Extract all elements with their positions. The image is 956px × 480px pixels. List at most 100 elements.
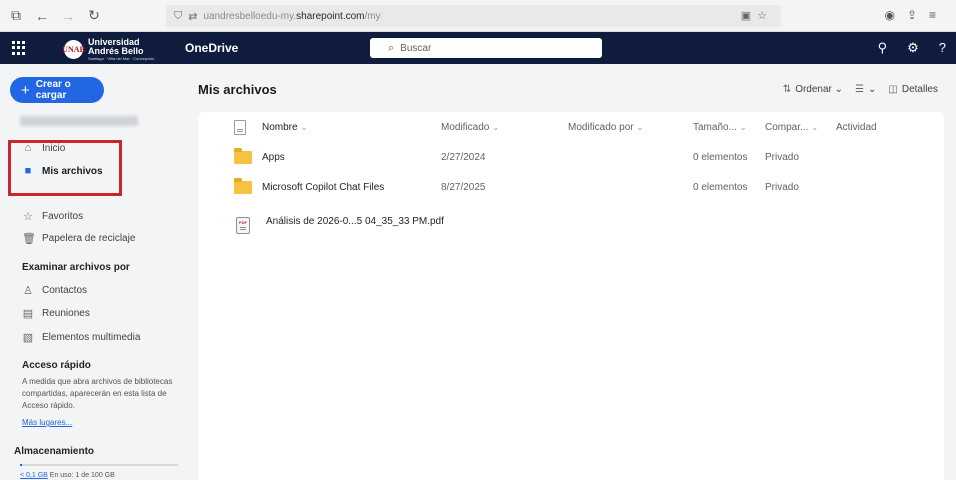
- app-launcher-icon[interactable]: [12, 41, 26, 55]
- create-upload-button[interactable]: + Crear o cargar: [10, 77, 104, 103]
- plus-icon: +: [21, 81, 30, 99]
- file-name[interactable]: Microsoft Copilot Chat Files: [262, 182, 384, 193]
- chevron-down-icon: ⌄: [492, 122, 500, 132]
- university-logo[interactable]: UNAB Universidad Andrés Bello Santiago ·…: [62, 38, 155, 62]
- table-row[interactable]: PDF Análisis de 2026-0...5 04_35_33 PM.p…: [198, 210, 944, 240]
- bookmark-icons[interactable]: ▣☆: [741, 9, 773, 22]
- column-size[interactable]: Tamaño... ⌄: [693, 122, 747, 133]
- url-host: sharepoint.com: [296, 10, 365, 22]
- sidebar-item-contacts[interactable]: ♙ Contactos: [22, 284, 87, 297]
- file-name[interactable]: Apps: [262, 152, 285, 163]
- highlight-box-my-files: [8, 140, 122, 196]
- address-bar[interactable]: ⛉ ⇄ uandresbelloedu-my. sharepoint.com/my…: [166, 5, 781, 27]
- app-header: UNAB Universidad Andrés Bello Santiago ·…: [0, 32, 956, 64]
- reload-icon[interactable]: ↻: [86, 7, 102, 24]
- create-upload-label: Crear o cargar: [35, 79, 71, 101]
- sidebar-item-meetings[interactable]: ▤ Reuniones: [22, 307, 90, 320]
- storage-heading: Almacenamiento: [14, 446, 95, 457]
- view-toolbar: ⇅ Ordenar ⌄ ☰ ⌄ ◫ Detalles: [783, 84, 938, 95]
- sidebar-item-label: Favoritos: [42, 211, 84, 222]
- chevron-down-icon: ⌄: [636, 122, 644, 132]
- help-icon[interactable]: ?: [939, 40, 946, 56]
- file-modified: 8/27/2025: [441, 181, 486, 193]
- account-name-blurred: [20, 116, 138, 126]
- folder-icon: [234, 147, 252, 164]
- star-icon: ☆: [23, 211, 33, 223]
- trash-icon: 🗑: [22, 233, 36, 245]
- browser-toolbar: ⧉ ← → ↻ ⛉ ⇄ uandresbelloedu-my. sharepoin…: [0, 0, 956, 32]
- file-sharing: Privado: [765, 151, 799, 163]
- browser-nav: ⧉ ← → ↻: [0, 7, 172, 24]
- file-sharing: Privado: [765, 181, 799, 193]
- storage-fill: [20, 464, 22, 466]
- file-size: 0 elementos: [693, 151, 748, 163]
- image-icon: ▧: [22, 332, 34, 344]
- search-icon: ⌕: [388, 41, 395, 54]
- storage-used-link[interactable]: < 0,1 GB: [20, 472, 48, 479]
- extension-icons[interactable]: ◉⇪≡: [884, 8, 948, 22]
- list-view-icon: ☰: [855, 84, 865, 95]
- table-row[interactable]: Apps 2/27/2024 0 elementos Privado: [198, 142, 944, 172]
- sidebar-item-favorites[interactable]: ☆ Favoritos: [22, 210, 83, 223]
- header-actions: ⚲ ⚙ ?: [878, 40, 946, 56]
- view-options-button[interactable]: ☰ ⌄: [855, 84, 876, 95]
- browse-heading: Examinar archivos por: [22, 262, 130, 273]
- column-modified[interactable]: Modificado ⌄: [441, 122, 499, 133]
- file-list-header: Nombre ⌄ Modificado ⌄ Modificado por ⌄ Tama…: [198, 112, 944, 142]
- people-icon[interactable]: ⚲: [878, 40, 888, 56]
- sidebar-item-recycle-bin[interactable]: 🗑 Papelera de reciclaje: [22, 232, 135, 245]
- column-name-label: Nombre: [262, 121, 298, 133]
- app-name[interactable]: OneDrive: [185, 41, 238, 55]
- column-sharing[interactable]: Compar... ⌄: [765, 122, 818, 133]
- file-type-column-icon[interactable]: [234, 119, 246, 135]
- sort-label: Ordenar: [795, 84, 832, 95]
- file-name[interactable]: Análisis de 2026-0...5 04_35_33 PM.pdf: [266, 216, 444, 227]
- sidebar: + Crear o cargar ⌂ Inicio ■ Mis archivos…: [0, 64, 186, 480]
- file-size: 0 elementos: [693, 181, 748, 193]
- search-input[interactable]: ⌕ Buscar: [370, 38, 602, 58]
- more-places-link[interactable]: Más lugares...: [22, 418, 72, 427]
- details-label: Detalles: [901, 84, 938, 95]
- file-modified: 2/27/2024: [441, 151, 486, 163]
- sort-button[interactable]: ⇅ Ordenar ⌄: [783, 84, 843, 95]
- table-row[interactable]: Microsoft Copilot Chat Files 8/27/2025 0…: [198, 172, 944, 202]
- url-prefix: uandresbelloedu-my.: [203, 10, 297, 22]
- sidebar-item-media[interactable]: ▧ Elementos multimedia: [22, 331, 141, 344]
- search-placeholder: Buscar: [400, 42, 432, 54]
- chevron-down-icon: ⌄: [300, 122, 308, 132]
- details-pane-icon: ◫: [888, 84, 898, 95]
- quick-access-text: A medida que abra archivos de biblioteca…: [22, 377, 173, 410]
- sidebar-item-label: Contactos: [42, 285, 88, 296]
- logo-tagline: Santiago · Viña del Mar · Concepción: [88, 56, 155, 61]
- sidebar-item-label: Reuniones: [42, 308, 90, 319]
- quick-access-heading: Acceso rápido: [22, 360, 91, 371]
- people-icon: ♙: [23, 285, 33, 297]
- permissions-icon[interactable]: ⇄: [188, 10, 197, 23]
- chevron-down-icon: ⌄: [739, 122, 747, 132]
- column-name[interactable]: Nombre ⌄: [262, 122, 307, 133]
- pdf-file-icon: PDF: [236, 216, 250, 234]
- forward-icon[interactable]: →: [60, 8, 76, 24]
- page-title: Mis archivos: [198, 82, 277, 97]
- storage-total: En uso: 1 de 100 GB: [49, 472, 115, 479]
- sidebar-item-label: Elementos multimedia: [42, 332, 141, 343]
- column-activity[interactable]: Actividad: [836, 122, 877, 133]
- chevron-down-icon: ⌄: [811, 122, 819, 132]
- column-modified-by[interactable]: Modificado por ⌄: [568, 122, 643, 133]
- details-button[interactable]: ◫ Detalles: [888, 84, 938, 95]
- sidebar-item-label: Papelera de reciclaje: [42, 233, 136, 244]
- sort-icon: ⇅: [782, 84, 792, 95]
- column-modified-by-label: Modificado por: [568, 121, 634, 133]
- shield-icon: ⛉: [174, 9, 183, 22]
- settings-icon[interactable]: ⚙: [907, 40, 919, 56]
- column-sharing-label: Compar...: [765, 121, 809, 133]
- calendar-icon: ▤: [22, 308, 34, 320]
- storage-text: < 0,1 GB En uso: 1 de 100 GB: [20, 472, 115, 479]
- tabs-icon[interactable]: ⧉: [8, 7, 24, 24]
- back-icon[interactable]: ←: [34, 8, 50, 24]
- seal-icon: UNAB: [62, 40, 85, 59]
- file-list: Nombre ⌄ Modificado ⌄ Modificado por ⌄ Tama…: [198, 112, 944, 480]
- logo-line2: Andrés Bello: [88, 46, 144, 56]
- folder-icon: [234, 177, 252, 194]
- column-modified-label: Modificado: [441, 121, 490, 133]
